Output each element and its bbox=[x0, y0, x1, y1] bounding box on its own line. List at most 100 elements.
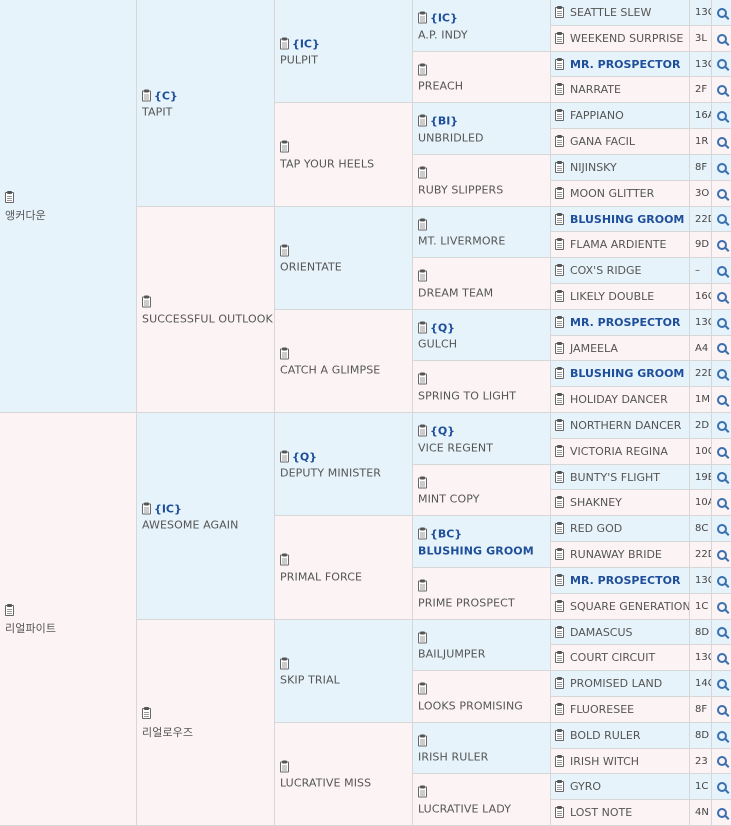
clipboard-icon[interactable] bbox=[555, 600, 564, 612]
horse-name[interactable]: RUNAWAY BRIDE bbox=[570, 548, 662, 561]
clipboard-icon[interactable] bbox=[555, 806, 564, 818]
clipboard-icon[interactable] bbox=[555, 187, 564, 199]
clipboard-icon[interactable] bbox=[418, 372, 427, 385]
horse-name[interactable]: PRIMAL FORCE bbox=[280, 570, 362, 583]
pedigree-gen4-cell[interactable]: PREACH bbox=[413, 52, 551, 103]
clipboard-icon[interactable] bbox=[555, 677, 564, 689]
clipboard-icon[interactable] bbox=[418, 579, 427, 592]
clipboard-icon[interactable] bbox=[555, 703, 564, 715]
clipboard-icon[interactable] bbox=[5, 603, 14, 616]
pedigree-gen4-cell[interactable]: MINT COPY bbox=[413, 465, 551, 516]
pedigree-gen2-cell[interactable]: {IC} AWESOME AGAIN bbox=[137, 413, 275, 620]
clipboard-icon[interactable] bbox=[280, 553, 289, 566]
horse-name[interactable]: PROMISED LAND bbox=[570, 677, 662, 690]
pedigree-gen5-cell[interactable]: RUNAWAY BRIDE bbox=[551, 542, 690, 568]
clipboard-icon[interactable] bbox=[142, 707, 151, 719]
pedigree-gen4-cell[interactable]: SPRING TO LIGHT bbox=[413, 361, 551, 413]
clipboard-icon[interactable] bbox=[555, 548, 564, 560]
horse-name[interactable]: VICE REGENT bbox=[418, 441, 493, 454]
clipboard-icon[interactable] bbox=[418, 785, 427, 798]
horse-name[interactable]: CATCH A GLIMPSE bbox=[280, 364, 380, 377]
clipboard-icon[interactable] bbox=[418, 321, 427, 333]
horse-name[interactable]: MINT COPY bbox=[418, 493, 480, 506]
clipboard-icon[interactable] bbox=[555, 212, 564, 225]
clipboard-icon[interactable] bbox=[555, 522, 564, 534]
clipboard-icon[interactable] bbox=[555, 109, 564, 121]
clipboard-icon[interactable] bbox=[418, 424, 427, 437]
horse-name[interactable]: LUCRATIVE LADY bbox=[418, 802, 511, 815]
pedigree-gen5-cell[interactable]: COX'S RIDGE bbox=[551, 258, 690, 284]
pedigree-gen4-cell[interactable]: {Q} VICE REGENT bbox=[413, 413, 551, 465]
horse-name[interactable]: BOLD RULER bbox=[570, 729, 641, 742]
pedigree-gen3-cell[interactable]: CATCH A GLIMPSE bbox=[275, 310, 413, 413]
pedigree-gen5-cell[interactable]: MR. PROSPECTOR bbox=[551, 568, 690, 594]
horse-name[interactable]: LOOKS PROMISING bbox=[418, 699, 523, 712]
horse-name[interactable]: COURT CIRCUIT bbox=[570, 651, 655, 664]
pedigree-gen5-cell[interactable]: BUNTY'S FLIGHT bbox=[551, 465, 690, 490]
magnifier-icon[interactable] bbox=[712, 490, 731, 516]
clipboard-icon[interactable] bbox=[142, 89, 151, 101]
magnifier-icon[interactable] bbox=[712, 361, 731, 387]
pedigree-gen4-cell[interactable]: {BC} BLUSHING GROOM bbox=[413, 516, 551, 568]
horse-name[interactable]: LOST NOTE bbox=[570, 806, 632, 819]
clipboard-icon[interactable] bbox=[418, 682, 427, 695]
magnifier-icon[interactable] bbox=[712, 413, 731, 439]
horse-name[interactable]: PREACH bbox=[418, 80, 463, 93]
clipboard-icon[interactable] bbox=[555, 780, 564, 792]
pedigree-gen5-cell[interactable]: GYRO bbox=[551, 774, 690, 800]
clipboard-icon[interactable] bbox=[555, 238, 564, 250]
clipboard-icon[interactable] bbox=[418, 166, 427, 179]
pedigree-gen5-cell[interactable]: BLUSHING GROOM bbox=[551, 207, 690, 232]
horse-name[interactable]: NORTHERN DANCER bbox=[570, 419, 681, 432]
pedigree-gen5-cell[interactable]: BLUSHING GROOM bbox=[551, 361, 690, 387]
clipboard-icon[interactable] bbox=[280, 450, 289, 462]
horse-name[interactable]: MR. PROSPECTOR bbox=[570, 58, 680, 71]
pedigree-gen5-cell[interactable]: SHAKNEY bbox=[551, 490, 690, 516]
pedigree-gen5-cell[interactable]: FLAMA ARDIENTE bbox=[551, 232, 690, 258]
horse-name[interactable]: MOON GLITTER bbox=[570, 187, 654, 200]
clipboard-icon[interactable] bbox=[555, 445, 564, 457]
magnifier-icon[interactable] bbox=[712, 749, 731, 774]
clipboard-icon[interactable] bbox=[418, 631, 427, 643]
horse-name[interactable]: SHAKNEY bbox=[570, 496, 622, 509]
magnifier-icon[interactable] bbox=[712, 52, 731, 77]
clipboard-icon[interactable] bbox=[555, 367, 564, 379]
horse-name[interactable]: SQUARE GENERATION bbox=[570, 600, 689, 613]
pedigree-gen3-cell[interactable]: TAP YOUR HEELS bbox=[275, 103, 413, 207]
horse-name[interactable]: RUBY SLIPPERS bbox=[418, 183, 503, 196]
magnifier-icon[interactable] bbox=[712, 800, 731, 826]
magnifier-icon[interactable] bbox=[712, 258, 731, 284]
clipboard-icon[interactable] bbox=[418, 269, 427, 282]
horse-name[interactable]: DAMASCUS bbox=[570, 626, 633, 639]
pedigree-gen4-cell[interactable]: {BI} UNBRIDLED bbox=[413, 103, 551, 155]
clipboard-icon[interactable] bbox=[555, 496, 564, 508]
horse-name[interactable]: FAPPIANO bbox=[570, 109, 624, 122]
horse-name[interactable]: BAILJUMPER bbox=[418, 648, 485, 661]
pedigree-gen2-cell[interactable]: {C} TAPIT bbox=[137, 0, 275, 207]
clipboard-icon[interactable] bbox=[280, 347, 289, 359]
horse-name[interactable]: IRISH WITCH bbox=[570, 755, 639, 768]
horse-name[interactable]: A.P. INDY bbox=[418, 28, 468, 41]
clipboard-icon[interactable] bbox=[142, 502, 151, 514]
magnifier-icon[interactable] bbox=[712, 439, 731, 465]
pedigree-gen5-cell[interactable]: NIJINSKY bbox=[551, 155, 690, 181]
magnifier-icon[interactable] bbox=[712, 207, 731, 232]
magnifier-icon[interactable] bbox=[712, 129, 731, 155]
horse-name[interactable]: BLUSHING GROOM bbox=[570, 213, 684, 226]
clipboard-icon[interactable] bbox=[555, 161, 564, 173]
horse-name[interactable]: PULPIT bbox=[280, 54, 320, 67]
magnifier-icon[interactable] bbox=[712, 645, 731, 671]
magnifier-icon[interactable] bbox=[712, 26, 731, 52]
magnifier-icon[interactable] bbox=[712, 310, 731, 336]
clipboard-icon[interactable] bbox=[555, 754, 564, 767]
clipboard-icon[interactable] bbox=[555, 290, 564, 302]
pedigree-gen2-cell[interactable]: SUCCESSFUL OUTLOOK bbox=[137, 207, 275, 413]
pedigree-gen5-cell[interactable]: COURT CIRCUIT bbox=[551, 645, 690, 671]
clipboard-icon[interactable] bbox=[555, 419, 564, 431]
pedigree-gen4-cell[interactable]: MT. LIVERMORE bbox=[413, 207, 551, 258]
pedigree-gen5-cell[interactable]: SQUARE GENERATION bbox=[551, 594, 690, 620]
pedigree-gen2-cell[interactable]: 리얼로우즈 bbox=[137, 620, 275, 826]
horse-name[interactable]: COX'S RIDGE bbox=[570, 264, 642, 277]
magnifier-icon[interactable] bbox=[712, 516, 731, 542]
pedigree-gen3-cell[interactable]: PRIMAL FORCE bbox=[275, 516, 413, 620]
